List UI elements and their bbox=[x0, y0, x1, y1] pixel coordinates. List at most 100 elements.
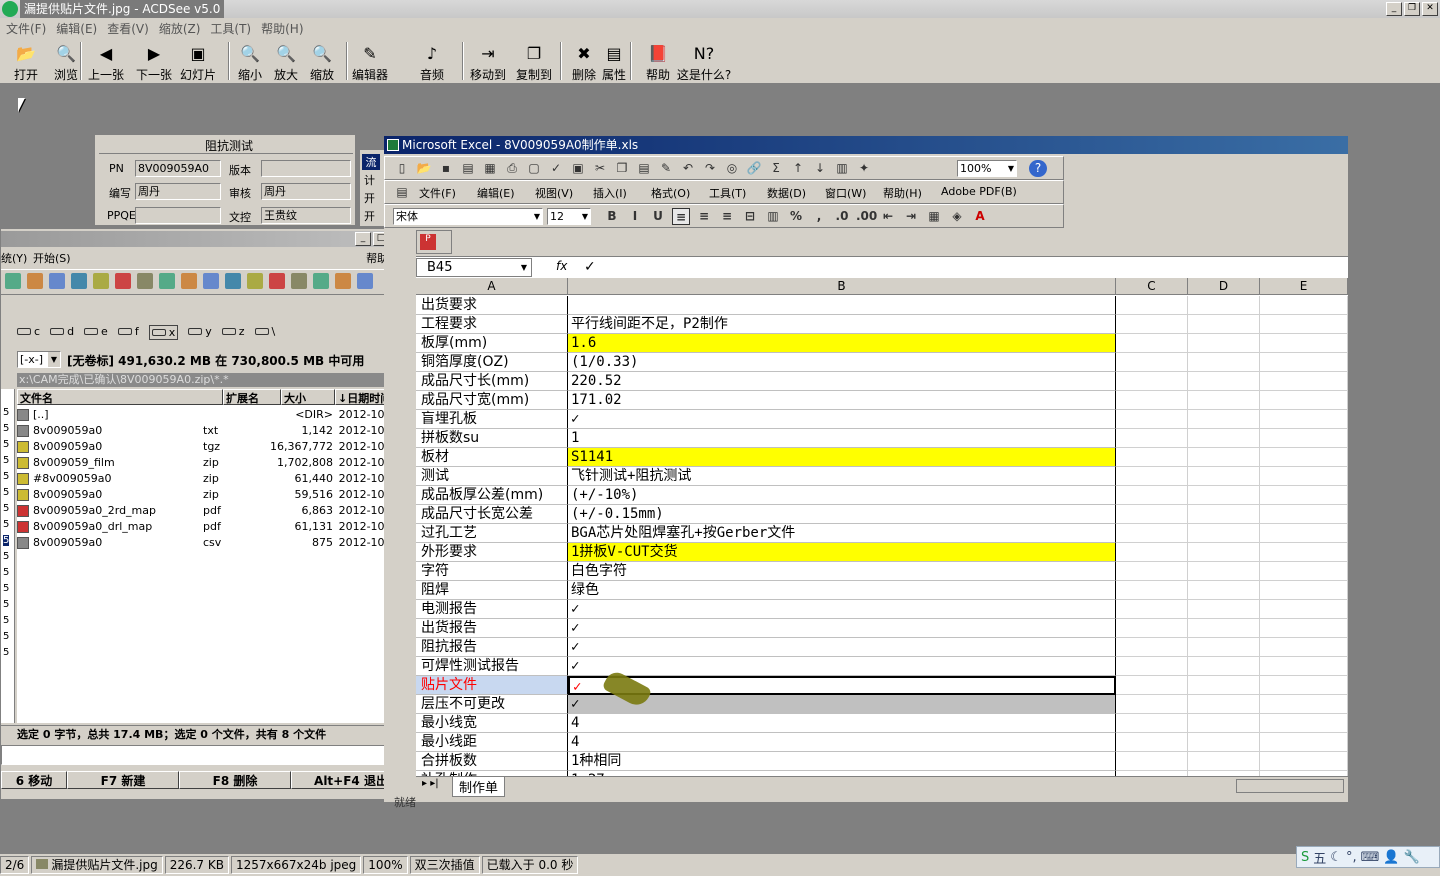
zoom-select[interactable]: 100% ▼ bbox=[957, 160, 1017, 177]
cell-empty[interactable] bbox=[1260, 429, 1348, 448]
font-dropdown-icon[interactable]: ▼ bbox=[534, 209, 540, 224]
cell-b[interactable]: ✓ bbox=[568, 410, 1116, 429]
excel-tool-icon[interactable]: ▤ bbox=[459, 160, 477, 177]
cell-empty[interactable] bbox=[1260, 334, 1348, 353]
format-tool-icon[interactable]: I bbox=[626, 208, 644, 225]
format-tool-icon[interactable]: ▦ bbox=[925, 208, 943, 225]
toolbar-btn-15[interactable]: N? 这是什么? bbox=[676, 42, 732, 83]
cell-a[interactable]: 铜箔厚度(OZ) bbox=[416, 353, 568, 372]
cell-a[interactable]: 外形要求 bbox=[416, 543, 568, 562]
cell-b[interactable]: BGA芯片处阻焊塞孔+按Gerber文件 bbox=[568, 524, 1116, 543]
format-tool-icon[interactable]: .00 bbox=[856, 208, 877, 225]
excel-menu-item[interactable]: 插入(I) bbox=[593, 185, 627, 201]
cell-b[interactable]: ✓ bbox=[568, 657, 1116, 676]
cell-empty[interactable] bbox=[1188, 733, 1260, 752]
file-row[interactable]: [..] <DIR> 2012-10-10 0 bbox=[17, 406, 413, 422]
font-size-select[interactable]: 12 ▼ bbox=[547, 208, 591, 225]
cell-empty[interactable] bbox=[1116, 562, 1188, 581]
toolbar-btn-4[interactable]: ▣ 幻灯片 bbox=[180, 42, 216, 83]
cell-b[interactable]: ✓ bbox=[568, 695, 1116, 714]
tray-icon-0[interactable]: S bbox=[1301, 850, 1309, 865]
tray-icon-1[interactable]: 五 bbox=[1313, 848, 1326, 867]
excel-tool-icon[interactable]: ✂ bbox=[591, 160, 609, 177]
excel-tool-icon[interactable]: ▯ bbox=[393, 160, 411, 177]
cell-empty[interactable] bbox=[1116, 619, 1188, 638]
col-header-e[interactable]: E bbox=[1260, 278, 1348, 295]
cell-a[interactable]: 成品尺寸长(mm) bbox=[416, 372, 568, 391]
cell-empty[interactable] bbox=[1260, 391, 1348, 410]
horizontal-scrollbar[interactable] bbox=[1236, 779, 1344, 793]
format-tool-icon[interactable]: , bbox=[810, 208, 828, 225]
cell-b[interactable]: 1拼板V-CUT交货 bbox=[568, 543, 1116, 562]
cell-a[interactable]: 最小线距 bbox=[416, 733, 568, 752]
cell-empty[interactable] bbox=[1188, 448, 1260, 467]
cell-empty[interactable] bbox=[1116, 733, 1188, 752]
cell-b[interactable]: ✓ bbox=[568, 619, 1116, 638]
cell-empty[interactable] bbox=[1260, 315, 1348, 334]
cell-empty[interactable] bbox=[1116, 296, 1188, 315]
fm-tool-icon[interactable] bbox=[49, 273, 65, 289]
excel-menu-item[interactable]: 视图(V) bbox=[535, 185, 573, 201]
cell-empty[interactable] bbox=[1188, 410, 1260, 429]
tray-icon-3[interactable]: °, bbox=[1346, 850, 1357, 865]
cell-empty[interactable] bbox=[1260, 657, 1348, 676]
format-tool-icon[interactable]: U bbox=[649, 208, 667, 225]
excel-tool-icon[interactable]: ↑ bbox=[789, 160, 807, 177]
excel-menu-item[interactable]: 编辑(E) bbox=[477, 185, 515, 201]
fm-tool-icon[interactable] bbox=[71, 273, 87, 289]
cell-empty[interactable] bbox=[1260, 619, 1348, 638]
cell-empty[interactable] bbox=[1116, 486, 1188, 505]
toolbar-btn-11[interactable]: ❐ 复制到 bbox=[516, 42, 552, 83]
cell-empty[interactable] bbox=[1116, 315, 1188, 334]
fm-tool-icon[interactable] bbox=[115, 273, 131, 289]
drive-y[interactable]: y bbox=[188, 325, 212, 340]
toolbar-btn-8[interactable]: ✎ 编辑器 bbox=[352, 42, 388, 83]
ppqe-field[interactable] bbox=[135, 207, 221, 224]
drive-d[interactable]: d bbox=[50, 325, 74, 340]
cell-empty[interactable] bbox=[1260, 353, 1348, 372]
format-tool-icon[interactable]: ≡ bbox=[718, 208, 736, 225]
author-field[interactable]: 周丹 bbox=[135, 183, 221, 200]
cell-empty[interactable] bbox=[1188, 638, 1260, 657]
chevron-down-icon[interactable]: ▼ bbox=[48, 352, 60, 367]
cell-empty[interactable] bbox=[1116, 600, 1188, 619]
fm-tool-icon[interactable] bbox=[225, 273, 241, 289]
fx-icon[interactable]: fx bbox=[556, 259, 567, 273]
file-row[interactable]: #8v009059a0 zip 61,440 2012-10-10 0 bbox=[17, 470, 413, 486]
format-tool-icon[interactable]: A bbox=[971, 208, 989, 225]
cell-empty[interactable] bbox=[1116, 581, 1188, 600]
cell-empty[interactable] bbox=[1188, 543, 1260, 562]
format-tool-icon[interactable]: ▥ bbox=[764, 208, 782, 225]
fm-tool-icon[interactable] bbox=[27, 273, 43, 289]
cell-empty[interactable] bbox=[1260, 372, 1348, 391]
cell-empty[interactable] bbox=[1260, 296, 1348, 315]
drive-x[interactable]: x bbox=[148, 325, 179, 340]
font-size-dropdown-icon[interactable]: ▼ bbox=[582, 209, 588, 224]
cell-a[interactable]: 字符 bbox=[416, 562, 568, 581]
cell-a[interactable]: 贴片文件 bbox=[416, 676, 568, 695]
name-box-dropdown-icon[interactable]: ▼ bbox=[521, 259, 527, 276]
cell-empty[interactable] bbox=[1188, 391, 1260, 410]
fm-minimize-button[interactable]: _ bbox=[355, 232, 371, 246]
cell-empty[interactable] bbox=[1260, 676, 1348, 695]
cell-a[interactable]: 层压不可更改 bbox=[416, 695, 568, 714]
cell-empty[interactable] bbox=[1116, 676, 1188, 695]
excel-tool-icon[interactable]: ▣ bbox=[569, 160, 587, 177]
menu-tools[interactable]: 工具(T) bbox=[210, 20, 251, 37]
fm-tool-icon[interactable] bbox=[203, 273, 219, 289]
cell-a[interactable]: 最小线宽 bbox=[416, 714, 568, 733]
cell-a[interactable]: 过孔工艺 bbox=[416, 524, 568, 543]
file-row[interactable]: 8v009059a0 txt 1,142 2012-10-10 0 bbox=[17, 422, 413, 438]
excel-tool-icon[interactable]: Σ bbox=[767, 160, 785, 177]
excel-menu-item[interactable]: 数据(D) bbox=[767, 185, 806, 201]
cell-empty[interactable] bbox=[1260, 448, 1348, 467]
cell-empty[interactable] bbox=[1116, 543, 1188, 562]
excel-tool-icon[interactable]: ❐ bbox=[613, 160, 631, 177]
cell-b[interactable]: ✓ bbox=[568, 638, 1116, 657]
formula-value[interactable]: ✓ bbox=[584, 259, 596, 275]
format-tool-icon[interactable]: ⇤ bbox=[879, 208, 897, 225]
name-box[interactable]: B45 ▼ bbox=[416, 258, 532, 277]
excel-tool-icon[interactable]: ↷ bbox=[701, 160, 719, 177]
cell-b[interactable]: (+/-10%) bbox=[568, 486, 1116, 505]
cell-empty[interactable] bbox=[1188, 562, 1260, 581]
